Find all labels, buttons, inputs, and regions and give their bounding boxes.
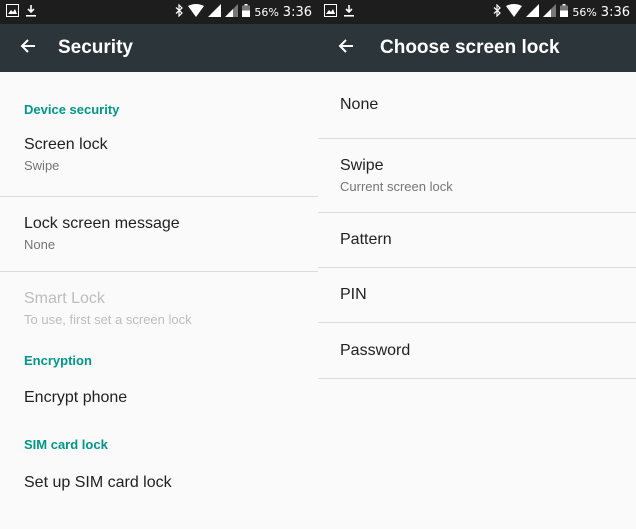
gallery-notification-icon [324, 4, 337, 20]
bluetooth-icon [175, 3, 184, 21]
signal-icon [208, 3, 222, 21]
option-title: Pattern [340, 231, 392, 248]
section-device-security: Device security [24, 102, 120, 117]
section-sim-card-lock: SIM card lock [24, 437, 108, 452]
bluetooth-icon [493, 3, 502, 21]
signal-2-icon [543, 3, 557, 21]
app-bar: Choose screen lock [318, 24, 636, 72]
download-notification-icon [25, 4, 37, 20]
signal-2-icon [225, 3, 239, 21]
option-title: PIN [340, 286, 367, 303]
set-up-sim-card-lock-item[interactable]: Set up SIM card lock [0, 474, 318, 514]
choose-screen-lock-screen: 56% 3:36 Choose screen lock None Swipe C… [318, 0, 636, 529]
screen-lock-option-swipe[interactable]: Swipe Current screen lock [318, 139, 636, 212]
download-notification-icon [343, 4, 355, 20]
page-title: Security [58, 37, 133, 58]
screen-lock-summary: Swipe [24, 158, 60, 173]
app-bar: Security [0, 24, 318, 72]
set-up-sim-card-lock-title: Set up SIM card lock [24, 474, 172, 491]
encrypt-phone-title: Encrypt phone [24, 389, 128, 406]
security-screen: 56% 3:36 Security Device security Screen… [0, 0, 318, 529]
battery-percent: 56% [572, 5, 597, 19]
screen-lock-title: Screen lock [24, 136, 108, 153]
option-title: Password [340, 341, 411, 359]
battery-icon [560, 3, 569, 21]
screen-lock-option-none[interactable]: None [318, 72, 636, 138]
status-bar: 56% 3:36 [0, 0, 318, 24]
lock-screen-message-title: Lock screen message [24, 215, 180, 232]
divider [318, 378, 636, 379]
lock-screen-message-summary: None [24, 237, 56, 252]
status-time: 3:36 [282, 4, 312, 20]
wifi-icon [188, 3, 205, 21]
option-title: None [340, 96, 379, 113]
screen-lock-item[interactable]: Screen lock Swipe [0, 136, 318, 184]
screen-lock-option-pattern[interactable]: Pattern [318, 213, 636, 267]
status-time: 3:36 [600, 4, 630, 20]
encrypt-phone-item[interactable]: Encrypt phone [0, 389, 318, 437]
arrow-back-icon [20, 38, 36, 59]
back-button[interactable] [4, 24, 52, 72]
smart-lock-summary: To use, first set a screen lock [24, 312, 192, 327]
option-summary: Current screen lock [340, 179, 453, 194]
option-title: Swipe [340, 157, 384, 174]
gallery-notification-icon [6, 4, 19, 20]
battery-icon [242, 3, 251, 21]
page-title: Choose screen lock [380, 37, 560, 58]
lock-screen-message-item[interactable]: Lock screen message None [0, 215, 318, 271]
section-encryption: Encryption [24, 353, 92, 368]
smart-lock-item: Smart Lock To use, first set a screen lo… [0, 290, 318, 340]
arrow-back-icon [338, 38, 354, 59]
status-bar: 56% 3:36 [318, 0, 636, 24]
signal-icon [526, 3, 540, 21]
wifi-icon [506, 3, 523, 21]
back-button[interactable] [322, 24, 370, 72]
screen-lock-option-pin[interactable]: PIN [318, 268, 636, 322]
battery-percent: 56% [254, 5, 279, 19]
smart-lock-title: Smart Lock [24, 290, 105, 307]
screen-lock-option-password[interactable]: Password [318, 323, 636, 378]
